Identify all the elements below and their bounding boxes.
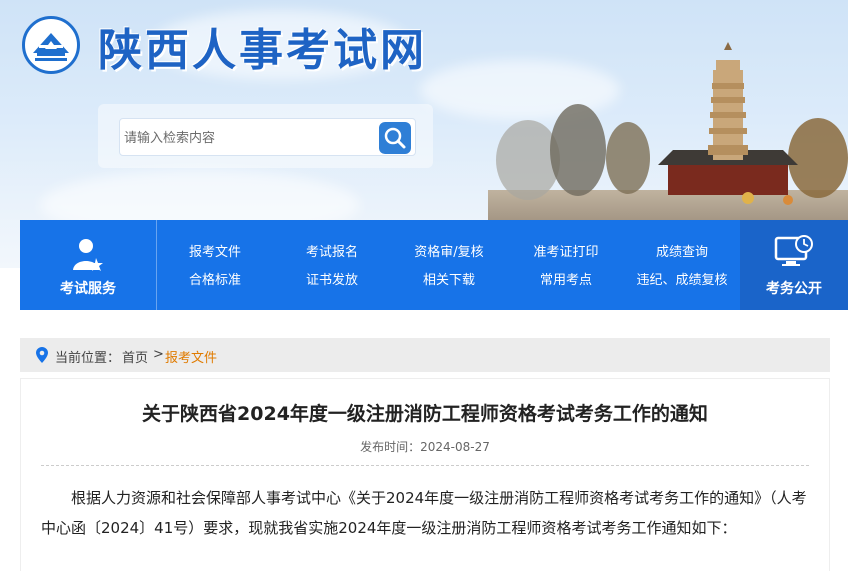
article-publish-date: 发布时间：2024-08-27 bbox=[360, 440, 490, 454]
exam-disclosure-block[interactable]: 考务公开 bbox=[740, 220, 848, 310]
nav-links: 报考文件 考试报名 资格审/复核 准考证打印 成绩查询 合格标准 证书发放 相关… bbox=[157, 220, 740, 310]
exam-service-label: 考试服务 bbox=[60, 281, 116, 297]
search-icon bbox=[384, 127, 406, 149]
nav-link-xiangguan-xiazai[interactable]: 相关下载 bbox=[389, 269, 509, 288]
site-logo-icon[interactable] bbox=[22, 16, 80, 74]
nav-link-zige-shen[interactable]: 资格审/复核 bbox=[389, 241, 509, 260]
monitor-clock-icon bbox=[774, 235, 813, 266]
article-body-paragraph: 根据人力资源和社会保障部人事考试中心《关于2024年度一级注册消防工程师资格考试… bbox=[41, 489, 807, 537]
nav-link-zhengshu-fafang[interactable]: 证书发放 bbox=[272, 269, 392, 288]
location-pin-icon bbox=[36, 347, 48, 363]
search-panel bbox=[98, 104, 433, 168]
nav-link-zhunkaozheng[interactable]: 准考证打印 bbox=[506, 241, 626, 260]
search-button[interactable] bbox=[379, 122, 411, 154]
article-panel: 关于陕西省2024年度一级注册消防工程师资格考试考务工作的通知 发布时间：202… bbox=[20, 378, 830, 571]
pagoda-landscape-image bbox=[488, 42, 848, 230]
breadcrumb-current-link[interactable]: 报考文件 bbox=[165, 347, 217, 366]
nav-link-changyong-kaodian[interactable]: 常用考点 bbox=[506, 269, 626, 288]
nav-link-weiji-fuhe[interactable]: 违纪、成绩复核 bbox=[622, 269, 742, 288]
breadcrumb: 当前位置： 首页 > 报考文件 bbox=[20, 338, 830, 372]
breadcrumb-home-link[interactable]: 首页 bbox=[122, 347, 148, 366]
exam-disclosure-label: 考务公开 bbox=[766, 281, 822, 297]
nav-link-kaoshi-baoming[interactable]: 考试报名 bbox=[272, 241, 392, 260]
search-box bbox=[119, 118, 416, 156]
site-title[interactable]: 陕西人事考试网 bbox=[98, 14, 427, 78]
exam-service-block[interactable]: 考试服务 bbox=[20, 220, 157, 310]
main-nav: 考试服务 报考文件 考试报名 资格审/复核 准考证打印 成绩查询 合格标准 证书… bbox=[20, 220, 848, 310]
user-service-icon bbox=[73, 239, 103, 271]
search-input[interactable] bbox=[124, 123, 376, 153]
article-divider bbox=[41, 465, 809, 466]
breadcrumb-separator: > bbox=[153, 347, 164, 362]
article-title: 关于陕西省2024年度一级注册消防工程师资格考试考务工作的通知 bbox=[142, 403, 708, 425]
nav-link-hege-biaozhun[interactable]: 合格标准 bbox=[155, 269, 275, 288]
breadcrumb-prefix: 当前位置： bbox=[55, 351, 121, 366]
nav-link-baokao-wenjian[interactable]: 报考文件 bbox=[155, 241, 275, 260]
nav-link-chengji-chaxun[interactable]: 成绩查询 bbox=[622, 241, 742, 260]
